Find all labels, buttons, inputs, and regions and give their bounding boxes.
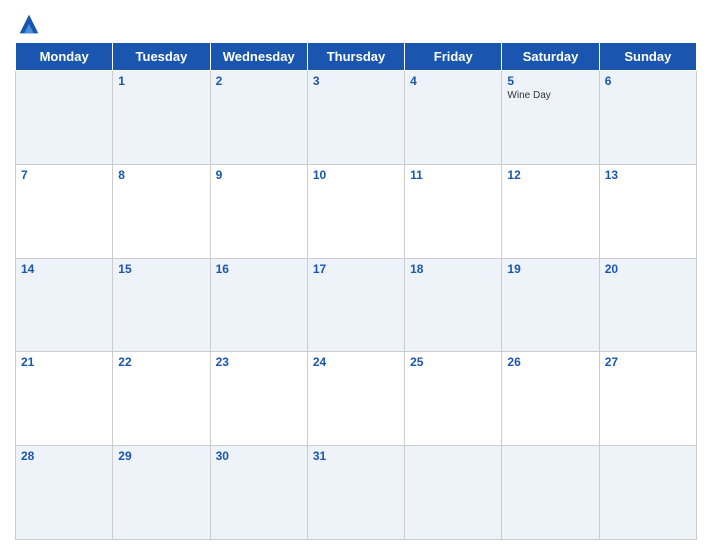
week-row-0: 12345 Wine Day 6	[16, 71, 697, 165]
week-row-2: 14 15 16 17 18 19 20	[16, 258, 697, 352]
calendar-cell: 4	[405, 71, 502, 165]
calendar-cell	[599, 446, 696, 540]
top-bar	[15, 10, 697, 38]
day-number: 14	[21, 262, 107, 276]
day-number: 6	[605, 74, 691, 88]
calendar-cell: 19	[502, 258, 599, 352]
day-number: 20	[605, 262, 691, 276]
calendar-cell: 10	[307, 164, 404, 258]
calendar-cell: 23	[210, 352, 307, 446]
day-number: 1	[118, 74, 204, 88]
calendar-cell: 12	[502, 164, 599, 258]
calendar-cell: 8	[113, 164, 210, 258]
calendar-cell: 2	[210, 71, 307, 165]
day-number: 10	[313, 168, 399, 182]
week-row-4: 28 29 30 31	[16, 446, 697, 540]
calendar-cell	[405, 446, 502, 540]
weekday-row: MondayTuesdayWednesdayThursdayFridaySatu…	[16, 43, 697, 71]
day-number: 30	[216, 449, 302, 463]
weekday-header-monday: Monday	[16, 43, 113, 71]
day-number: 26	[507, 355, 593, 369]
calendar-cell: 13	[599, 164, 696, 258]
calendar-cell: 21	[16, 352, 113, 446]
day-number: 16	[216, 262, 302, 276]
calendar-cell: 18	[405, 258, 502, 352]
calendar-cell: 7	[16, 164, 113, 258]
calendar-cell: 25	[405, 352, 502, 446]
day-number: 17	[313, 262, 399, 276]
calendar-cell: 26	[502, 352, 599, 446]
weekday-header-wednesday: Wednesday	[210, 43, 307, 71]
calendar-cell: 31	[307, 446, 404, 540]
calendar-cell: 30	[210, 446, 307, 540]
day-number: 13	[605, 168, 691, 182]
weekday-header-sunday: Sunday	[599, 43, 696, 71]
calendar-table: MondayTuesdayWednesdayThursdayFridaySatu…	[15, 42, 697, 540]
calendar-cell: 11	[405, 164, 502, 258]
generalblue-icon	[15, 10, 43, 38]
calendar-cell: 16	[210, 258, 307, 352]
calendar-cell	[16, 71, 113, 165]
calendar-cell: 5 Wine Day	[502, 71, 599, 165]
calendar-cell: 29	[113, 446, 210, 540]
week-row-3: 21 22 23 24 25 26 27	[16, 352, 697, 446]
calendar-cell: 22	[113, 352, 210, 446]
weekday-header-saturday: Saturday	[502, 43, 599, 71]
weekday-header-tuesday: Tuesday	[113, 43, 210, 71]
calendar-cell: 28	[16, 446, 113, 540]
day-number: 18	[410, 262, 496, 276]
calendar-cell: 20	[599, 258, 696, 352]
day-number: 11	[410, 168, 496, 182]
day-number: 2	[216, 74, 302, 88]
day-number: 23	[216, 355, 302, 369]
calendar-body: 12345Wine Day678910111213141516171819202…	[16, 71, 697, 540]
day-number: 9	[216, 168, 302, 182]
day-number: 8	[118, 168, 204, 182]
day-number: 19	[507, 262, 593, 276]
week-row-1: 789 10 11 12 13	[16, 164, 697, 258]
day-number: 5	[507, 74, 593, 88]
calendar-cell: 6	[599, 71, 696, 165]
day-number: 22	[118, 355, 204, 369]
calendar-cell: 1	[113, 71, 210, 165]
day-number: 12	[507, 168, 593, 182]
calendar-cell: 15	[113, 258, 210, 352]
day-number: 29	[118, 449, 204, 463]
day-number: 24	[313, 355, 399, 369]
calendar-header: MondayTuesdayWednesdayThursdayFridaySatu…	[16, 43, 697, 71]
day-number: 27	[605, 355, 691, 369]
calendar-cell: 3	[307, 71, 404, 165]
calendar-cell: 17	[307, 258, 404, 352]
calendar-cell: 9	[210, 164, 307, 258]
day-number: 21	[21, 355, 107, 369]
logo	[15, 10, 47, 38]
day-number: 25	[410, 355, 496, 369]
weekday-header-friday: Friday	[405, 43, 502, 71]
day-number: 4	[410, 74, 496, 88]
weekday-header-thursday: Thursday	[307, 43, 404, 71]
day-number: 7	[21, 168, 107, 182]
day-number: 28	[21, 449, 107, 463]
calendar-cell: 27	[599, 352, 696, 446]
day-number: 31	[313, 449, 399, 463]
day-number: 3	[313, 74, 399, 88]
calendar-cell: 24	[307, 352, 404, 446]
calendar-cell	[502, 446, 599, 540]
event-label: Wine Day	[507, 90, 593, 101]
day-number: 15	[118, 262, 204, 276]
calendar-cell: 14	[16, 258, 113, 352]
